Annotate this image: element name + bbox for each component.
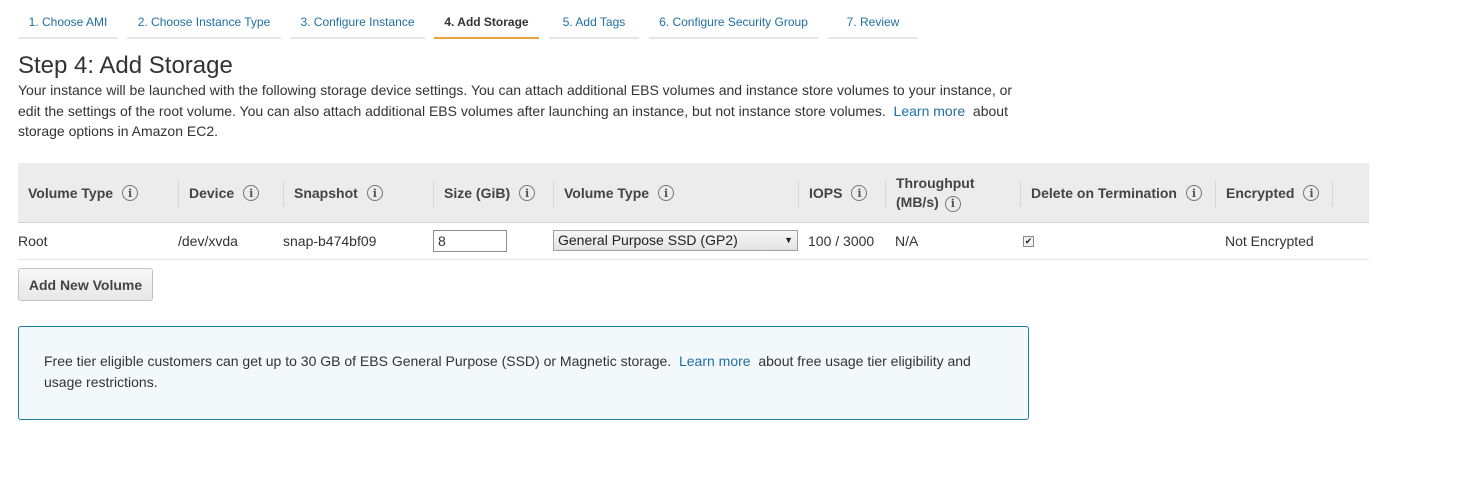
page-title: Step 4: Add Storage [18, 52, 233, 79]
cell-encrypted: Not Encrypted [1225, 233, 1314, 249]
cell-volume-type: Root [18, 233, 48, 249]
info-icon[interactable]: i [658, 185, 675, 201]
tab-configure-instance[interactable]: 3. Configure Instance [290, 6, 425, 39]
col-volume-type: Volume Type i [18, 163, 179, 223]
page-intro: Your instance will be launched with the … [18, 80, 1028, 142]
cell-iops: 100 / 3000 [808, 233, 875, 249]
volume-type-select[interactable]: General Purpose SSD (GP2) ▼ [553, 230, 798, 251]
tab-add-storage[interactable]: 4. Add Storage [434, 6, 539, 39]
col-snapshot: Snapshot i [284, 163, 434, 223]
info-icon[interactable]: i [1185, 185, 1202, 201]
learn-more-storage-link[interactable]: Learn more [894, 103, 966, 119]
intro-text: Your instance will be launched with the … [18, 82, 1013, 119]
info-icon[interactable]: i [122, 185, 139, 201]
tab-add-tags[interactable]: 5. Add Tags [549, 6, 639, 39]
delete-on-termination-checkbox[interactable]: ✔ [1023, 236, 1034, 247]
tab-review[interactable]: 7. Review [828, 6, 918, 39]
info-icon[interactable]: i [519, 185, 536, 201]
table-header: Volume Type i Device i Snapshot i Size (… [18, 163, 1369, 223]
col-delete-on-termination: Delete on Termination i [1021, 163, 1216, 223]
col-encrypted: Encrypted i [1216, 163, 1333, 223]
tab-configure-security-group[interactable]: 6. Configure Security Group [649, 6, 818, 39]
tab-choose-ami[interactable]: 1. Choose AMI [18, 6, 118, 39]
add-new-volume-button[interactable]: Add New Volume [18, 268, 153, 301]
col-volume-type-select: Volume Type i [554, 163, 799, 223]
storage-table: Volume Type i Device i Snapshot i Size (… [18, 163, 1369, 260]
info-text: Free tier eligible customers can get up … [44, 353, 672, 369]
size-input[interactable] [433, 230, 507, 252]
info-icon[interactable]: i [851, 185, 868, 201]
col-throughput: Throughput (MB/s) i [886, 163, 1021, 223]
col-device: Device i [179, 163, 284, 223]
info-icon[interactable]: i [1303, 185, 1320, 201]
table-row: Root /dev/xvda snap-b474bf09 General Pur… [18, 223, 1369, 260]
cell-snapshot: snap-b474bf09 [283, 233, 377, 249]
info-icon[interactable]: i [366, 185, 383, 201]
info-icon[interactable]: i [243, 185, 260, 201]
tab-choose-instance-type[interactable]: 2. Choose Instance Type [127, 6, 281, 39]
col-size: Size (GiB) i [434, 163, 554, 223]
info-icon[interactable]: i [944, 195, 961, 212]
col-iops: IOPS i [799, 163, 886, 223]
free-tier-info-box: Free tier eligible customers can get up … [18, 326, 1029, 420]
learn-more-free-tier-link[interactable]: Learn more [679, 353, 751, 369]
cell-throughput: N/A [895, 233, 919, 249]
cell-device: /dev/xvda [178, 233, 238, 249]
chevron-down-icon: ▼ [784, 235, 793, 245]
